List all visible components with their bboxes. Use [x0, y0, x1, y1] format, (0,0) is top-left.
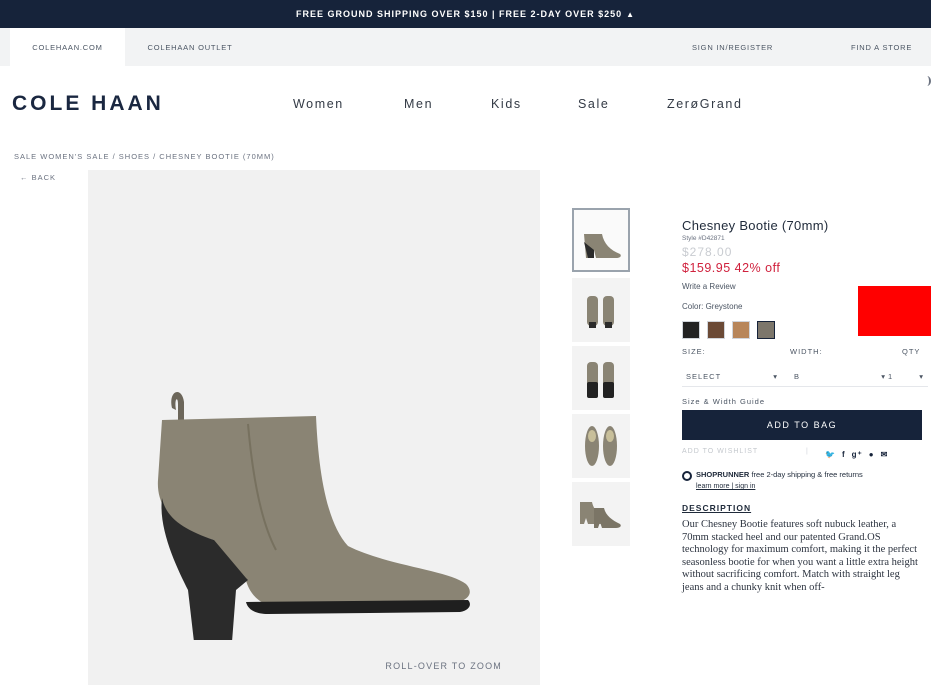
nav-zerogrand[interactable]: ZerøGrand [667, 97, 743, 111]
nav-women[interactable]: Women [293, 97, 344, 111]
description-heading[interactable]: DESCRIPTION [682, 503, 928, 513]
tab-outlet-label: COLEHAAN OUTLET [147, 42, 233, 52]
tab-colehaan-label: COLEHAAN.COM [32, 42, 103, 52]
width-select[interactable]: B ▾ [794, 365, 886, 387]
thumbnail-top[interactable] [572, 414, 630, 478]
add-to-bag-button[interactable]: ADD TO BAG [682, 410, 922, 440]
option-labels: SIZE: WIDTH: QTY [682, 347, 928, 361]
googleplus-icon[interactable]: g⁺ [852, 450, 863, 459]
chevron-up-icon[interactable]: ▲ [626, 10, 635, 19]
breadcrumb[interactable]: SALE WOMEN'S SALE / SHOES / CHESNEY BOOT… [14, 152, 275, 161]
find-store-label: FIND A STORE [851, 42, 913, 52]
thumbnail-pair-image [580, 502, 621, 528]
sale-price: $159.95 42% off [682, 261, 781, 275]
logo[interactable]: COLE HAAN [12, 92, 164, 116]
facebook-icon[interactable]: f [842, 450, 846, 459]
size-guide-link[interactable]: Size & Width Guide [682, 397, 928, 406]
divider: | [806, 448, 809, 455]
swatch-brown[interactable] [707, 321, 725, 339]
back-link[interactable]: ← BACK [20, 173, 56, 182]
pinterest-icon[interactable]: ● [869, 450, 875, 459]
swatch-tan[interactable] [732, 321, 750, 339]
thumbnail-side-image [584, 234, 621, 258]
nav-sale[interactable]: Sale [578, 97, 609, 111]
signin-link[interactable]: SIGN IN/REGISTER [692, 28, 773, 66]
utility-bar: COLEHAAN.COM COLEHAAN OUTLET SIGN IN/REG… [0, 28, 931, 66]
original-price: $278.00 [682, 245, 733, 259]
shoprunner-text: free 2-day shipping & free returns [751, 470, 863, 479]
twitter-icon[interactable]: 🐦 [825, 450, 836, 459]
social-share: 🐦 f g⁺ ● ✉ [825, 450, 888, 459]
description-text: Our Chesney Bootie features soft nubuck … [682, 519, 918, 593]
chevron-down-icon: ▾ [773, 371, 778, 381]
swatch-black[interactable] [682, 321, 700, 339]
thumbnail-top-image [585, 426, 617, 466]
style-number: Style #D42871 [682, 235, 725, 242]
option-selects: SELECT ▾ B ▾ 1 ▾ [682, 365, 928, 387]
product-title: Chesney Bootie (70mm) [682, 218, 829, 233]
width-select-value: B [794, 371, 801, 381]
chevron-down-icon: ▾ [919, 371, 924, 381]
qty-select-value: 1 [888, 371, 894, 381]
thumbnail-front[interactable] [572, 278, 630, 342]
chevron-down-icon: ▾ [881, 371, 886, 381]
shoprunner-brand: SHOPRUNNER [696, 470, 750, 479]
promo-text: FREE GROUND SHIPPING OVER $150 | FREE 2-… [295, 9, 623, 19]
search-icon[interactable] [923, 76, 931, 86]
signin-label: SIGN IN/REGISTER [692, 42, 774, 52]
size-select-value: SELECT [686, 371, 722, 381]
shoprunner-banner: SHOPRUNNER free 2-day shipping & free re… [682, 470, 928, 481]
shoprunner-icon [682, 471, 692, 481]
width-label: WIDTH: [790, 347, 823, 356]
tab-colehaan[interactable]: COLEHAAN.COM [10, 28, 125, 66]
qty-label: QTY [902, 347, 921, 356]
swatch-greystone[interactable] [757, 321, 775, 339]
size-select[interactable]: SELECT ▾ [686, 365, 782, 387]
boot-image [157, 391, 470, 640]
thumbnail-back[interactable] [572, 346, 630, 410]
size-label: SIZE: [682, 347, 706, 356]
nav-kids[interactable]: Kids [491, 97, 522, 111]
tab-outlet[interactable]: COLEHAAN OUTLET [125, 28, 255, 66]
add-to-wishlist-link[interactable]: ADD TO WISHLIST [682, 448, 758, 455]
thumbnail-front-image [587, 296, 614, 328]
email-icon[interactable]: ✉ [881, 450, 889, 459]
thumbnail-back-image [587, 362, 614, 398]
red-overlay-block [858, 286, 931, 336]
promo-banner[interactable]: FREE GROUND SHIPPING OVER $150 | FREE 2-… [0, 0, 931, 28]
thumbnail-side[interactable] [572, 208, 630, 272]
thumbnail-pair[interactable] [572, 482, 630, 546]
wishlist-row: ADD TO WISHLIST | 🐦 f g⁺ ● ✉ [682, 448, 928, 464]
nav-men[interactable]: Men [404, 97, 433, 111]
zoom-hint: ROLL-OVER TO ZOOM [385, 661, 502, 671]
product-main-image[interactable]: ROLL-OVER TO ZOOM [88, 170, 540, 685]
find-store-link[interactable]: FIND A STORE [851, 28, 912, 66]
qty-select[interactable]: 1 ▾ [888, 365, 924, 387]
shoprunner-links[interactable]: learn more | sign in [696, 483, 928, 490]
site-header: COLE HAAN Women Men Kids Sale ZerøGrand [0, 66, 931, 146]
product-info: Chesney Bootie (70mm) Style #D42871 $278… [682, 218, 928, 595]
